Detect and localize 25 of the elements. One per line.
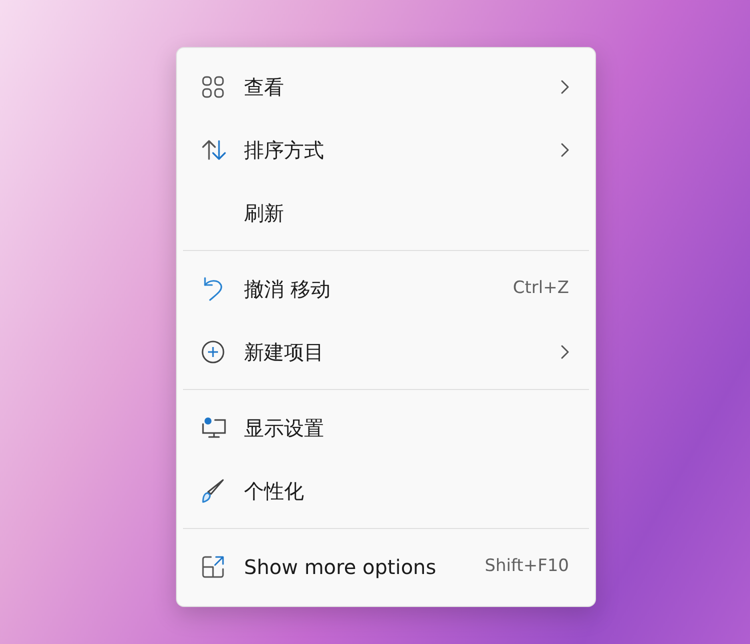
menu-item-label: 个性化: [244, 478, 304, 504]
brush-icon: [201, 478, 225, 504]
display-settings-icon: [201, 416, 227, 440]
menu-item-label: 撤消 移动: [244, 276, 330, 302]
menu-item[interactable]: 撤消 移动 Ctrl+Z: [177, 257, 595, 320]
grid-icon: [201, 74, 225, 98]
menu-item[interactable]: 刷新: [177, 181, 595, 244]
menu-item-label: 排序方式: [244, 136, 324, 164]
menu-item-label: 新建项目: [244, 338, 324, 366]
open-external-icon: [201, 554, 225, 578]
menu-item[interactable]: 个性化: [177, 459, 595, 522]
menu-item-label: 显示设置: [244, 414, 324, 442]
sort-arrows-icon: [201, 138, 227, 160]
add-circle-icon: [201, 340, 225, 364]
menu-item[interactable]: Show more options Shift+F10: [177, 535, 595, 598]
shortcut-label: Shift+F10: [484, 554, 569, 578]
menu-item-label: Show more options: [244, 554, 436, 580]
menu-item-label: 查看: [244, 74, 284, 100]
menu-item[interactable]: 排序方式: [177, 118, 595, 181]
menu-item-label: 刷新: [244, 200, 284, 226]
menu-item[interactable]: 新建项目: [177, 320, 595, 383]
shortcut-label: Ctrl+Z: [512, 276, 569, 300]
menu-item[interactable]: 查看: [177, 55, 595, 118]
undo-icon: [201, 276, 225, 302]
menu-item[interactable]: 显示设置: [177, 396, 595, 459]
